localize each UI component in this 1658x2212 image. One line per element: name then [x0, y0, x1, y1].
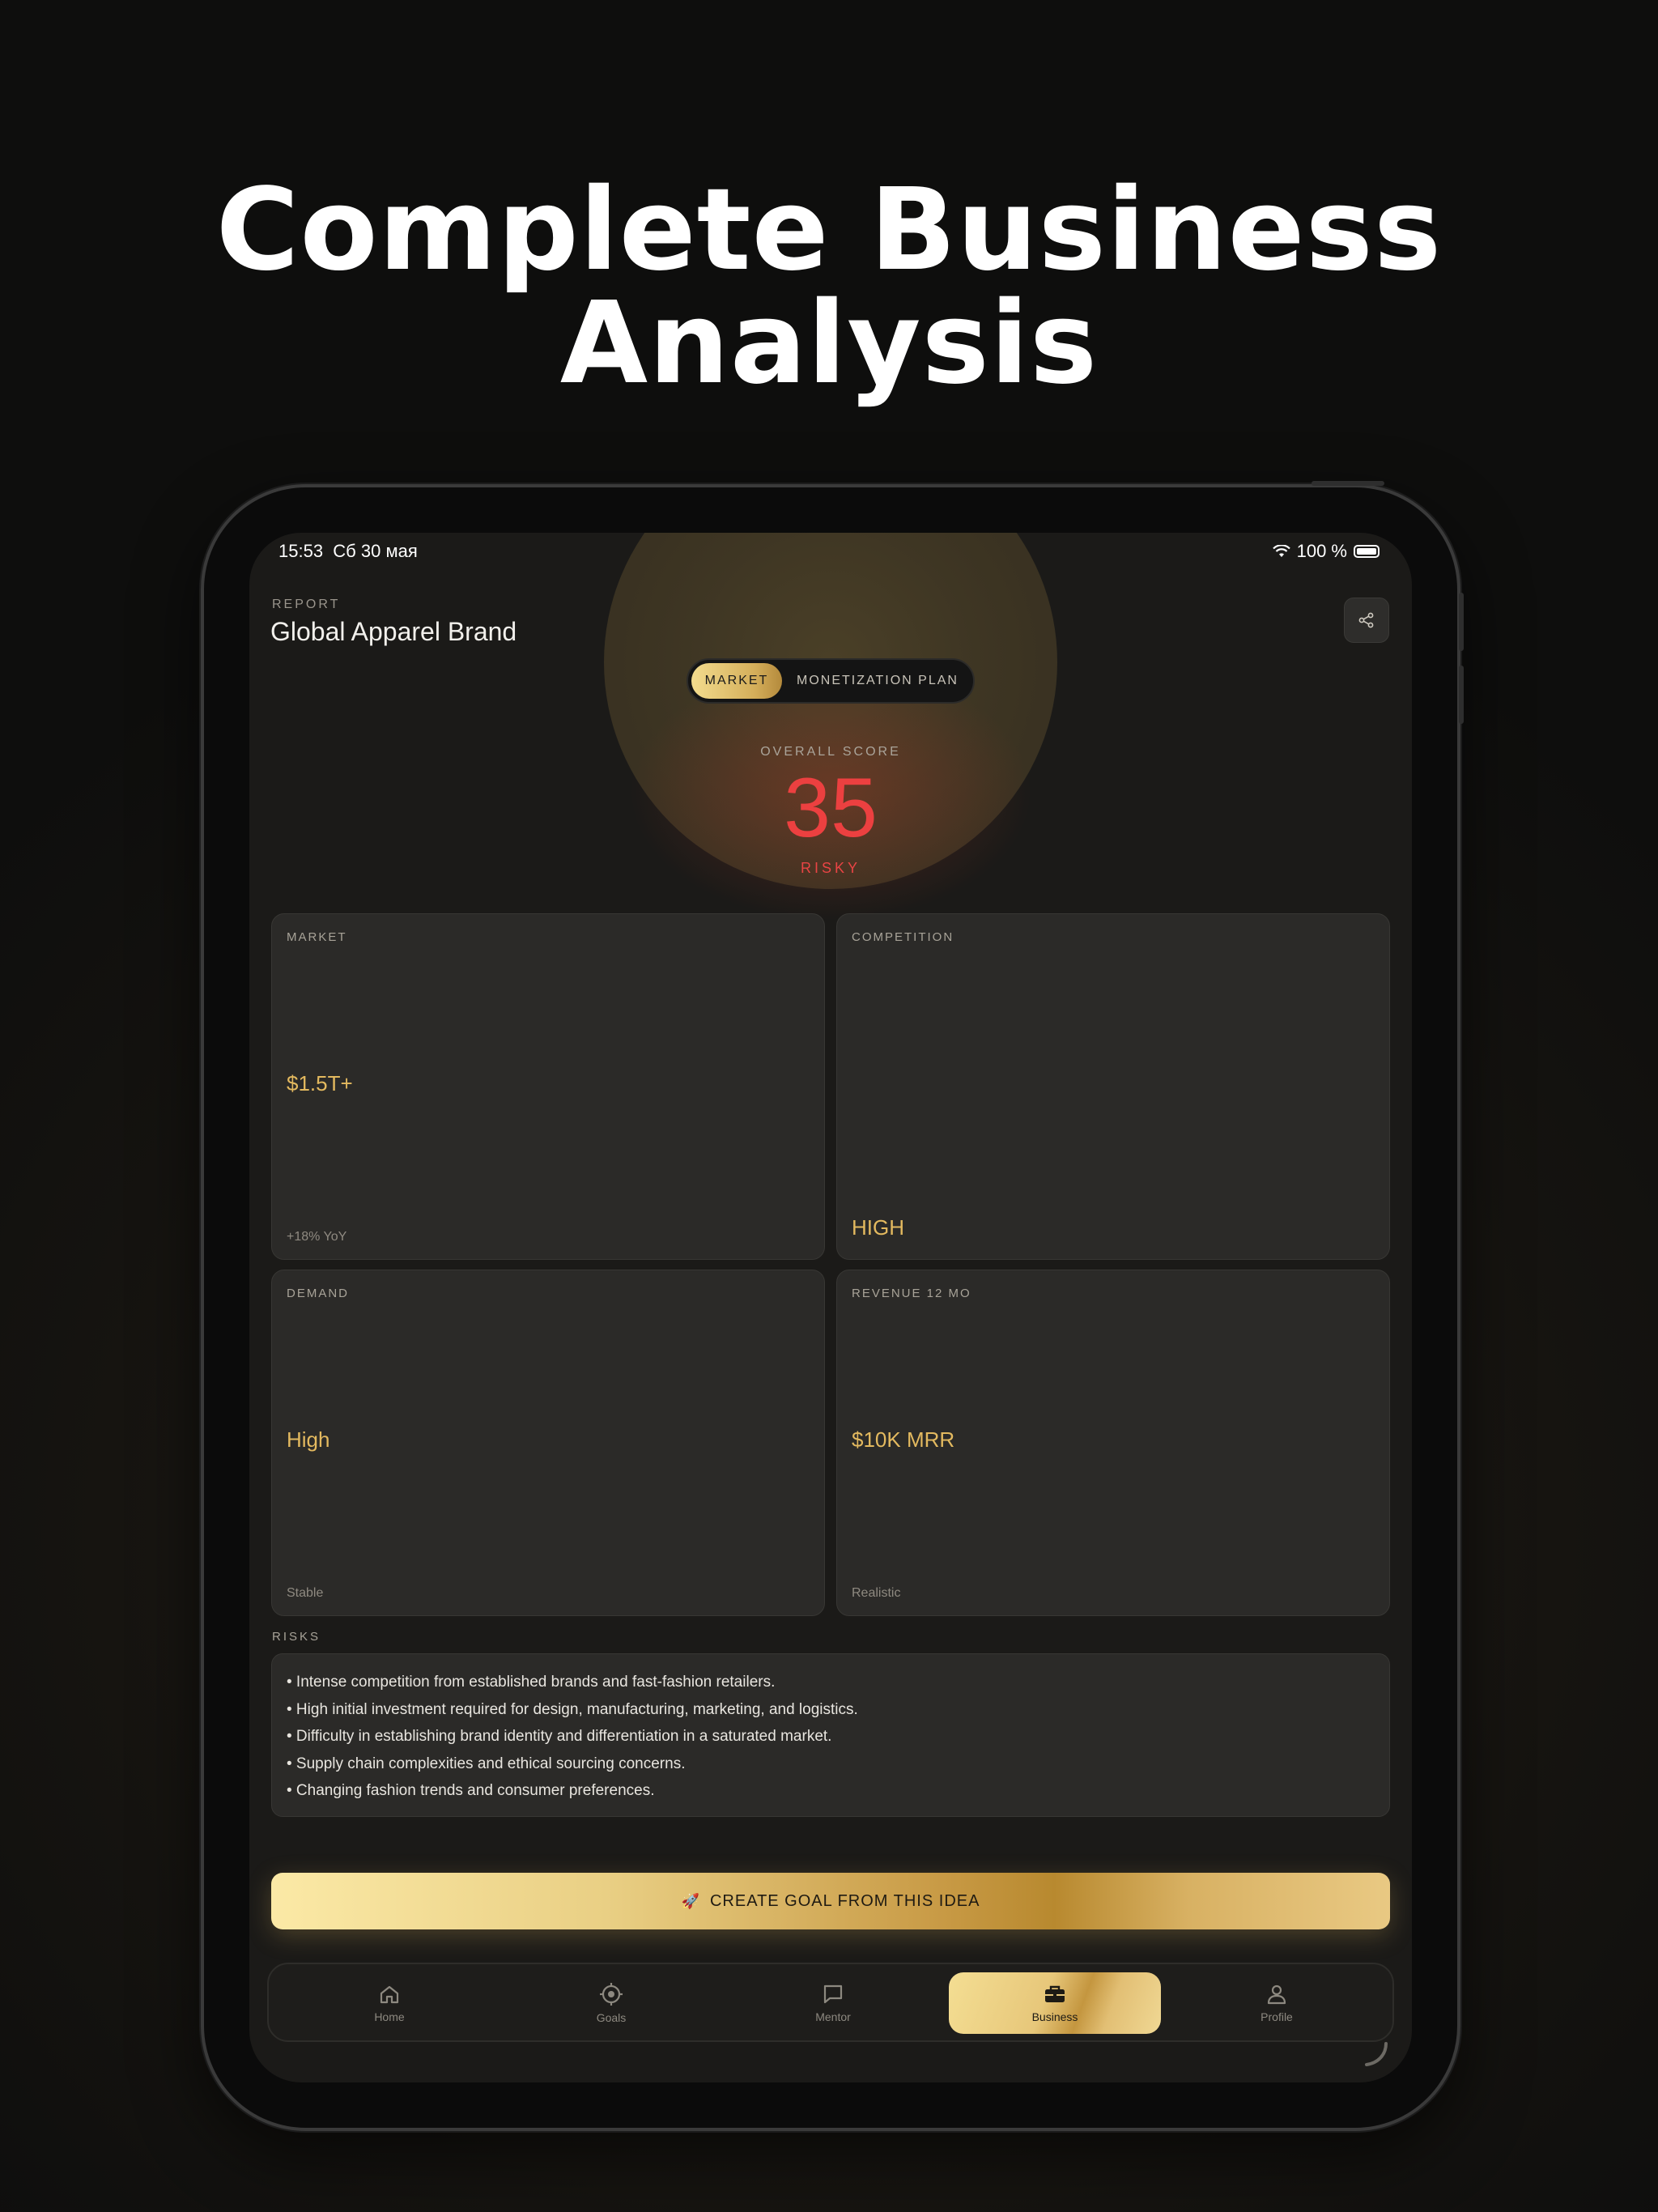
- overall-score-status: RISKY: [800, 860, 861, 876]
- user-icon: [1267, 1984, 1286, 2005]
- rocket-icon: 🚀: [681, 1892, 700, 1909]
- card-label: REVENUE 12 MO: [852, 1287, 971, 1300]
- status-date: Сб 30 мая: [333, 541, 418, 561]
- battery-percent: 100 %: [1296, 541, 1347, 561]
- share-icon: [1358, 612, 1374, 628]
- card-label: COMPETITION: [852, 930, 954, 944]
- card-sub: Stable: [287, 1586, 324, 1600]
- bottom-tab-bar: Home Goals Mentor Business Profile: [267, 1963, 1394, 2042]
- risks-label: RISKS: [272, 1630, 321, 1644]
- headline-line-2: Analysis: [559, 278, 1099, 410]
- battery-icon: [1354, 545, 1380, 558]
- device-top-button: [1312, 481, 1384, 486]
- card-sub: Realistic: [852, 1586, 901, 1600]
- tab-label: Goals: [596, 2011, 627, 2024]
- overall-score-value: 35: [784, 761, 878, 855]
- list-item: • Intense competition from established b…: [287, 1674, 776, 1691]
- create-goal-button[interactable]: 🚀 CREATE GOAL FROM THIS IDEA: [271, 1873, 1390, 1929]
- create-goal-label: CREATE GOAL FROM THIS IDEA: [709, 1891, 980, 1910]
- home-icon: [380, 1985, 399, 2004]
- chat-icon: [823, 1984, 843, 2004]
- report-label: REPORT: [272, 598, 341, 611]
- tab-home[interactable]: Home: [283, 1972, 495, 2034]
- tab-mentor[interactable]: Mentor: [727, 1972, 939, 2034]
- card-value: $1.5T+: [287, 1071, 353, 1095]
- target-icon: [600, 1983, 623, 2006]
- card-label: DEMAND: [287, 1287, 350, 1300]
- card-label: MARKET: [287, 930, 347, 944]
- status-time: 15:53: [278, 541, 324, 561]
- report-title: Global Apparel Brand: [270, 617, 517, 646]
- tab-label: Business: [1031, 2010, 1078, 2023]
- card-market: MARKET $1.5T+ +18% YoY: [271, 913, 825, 1260]
- tab-business[interactable]: Business: [949, 1972, 1161, 2034]
- card-demand: DEMAND High Stable: [271, 1270, 825, 1616]
- tab-monetization-plan[interactable]: MONETIZATION PLAN: [797, 660, 959, 702]
- overall-score-label: OVERALL SCORE: [760, 745, 901, 759]
- card-revenue: REVENUE 12 MO $10K MRR Realistic: [836, 1270, 1390, 1616]
- tab-label: Mentor: [815, 2010, 851, 2023]
- list-item: • Changing fashion trends and consumer p…: [287, 1782, 655, 1799]
- marketing-headline: Complete Business Analysis: [0, 174, 1658, 401]
- tab-label: Home: [374, 2010, 405, 2023]
- tab-market[interactable]: MARKET: [691, 663, 782, 699]
- card-competition: COMPETITION HIGH: [836, 913, 1390, 1260]
- list-item: • Supply chain complexities and ethical …: [287, 1755, 686, 1772]
- status-bar-time: 15:53 Сб 30 мая: [278, 541, 418, 562]
- status-bar-right: 100 %: [1272, 541, 1380, 562]
- card-value: $10K MRR: [852, 1427, 955, 1452]
- device-volume-up: [1459, 593, 1464, 651]
- app-screen: 15:53 Сб 30 мая 100 % REPORT Global Appa…: [249, 533, 1412, 2082]
- device-volume-down: [1459, 666, 1464, 724]
- tab-goals[interactable]: Goals: [505, 1972, 717, 2034]
- risks-list: • Intense competition from established b…: [271, 1653, 1390, 1817]
- card-sub: +18% YoY: [287, 1230, 347, 1244]
- wifi-icon: [1272, 545, 1290, 557]
- card-value: High: [287, 1427, 330, 1452]
- tab-profile[interactable]: Profile: [1171, 1972, 1383, 2034]
- briefcase-icon: [1045, 1985, 1065, 2002]
- list-item: • High initial investment required for d…: [287, 1700, 858, 1718]
- share-button[interactable]: [1344, 598, 1389, 643]
- headline-line-1: Complete Business: [215, 164, 1443, 296]
- report-segment-control: MARKET MONETIZATION PLAN: [687, 658, 975, 704]
- tab-label: Profile: [1261, 2010, 1293, 2023]
- list-item: • Difficulty in establishing brand ident…: [287, 1728, 832, 1745]
- home-indicator-icon: [1365, 2042, 1388, 2066]
- card-value: HIGH: [852, 1215, 904, 1240]
